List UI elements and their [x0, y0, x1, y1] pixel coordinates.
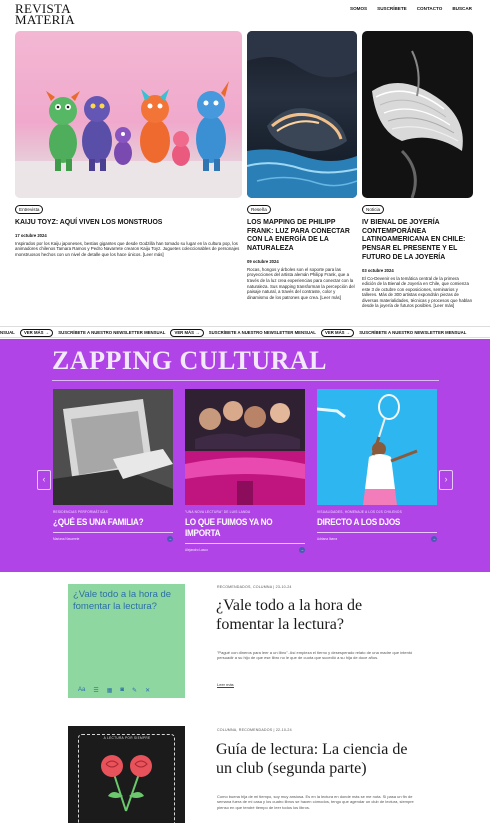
article-excerpt: El Co-Devenir es la temática central de … [362, 275, 473, 309]
table-icon: ▦ [106, 688, 113, 694]
nav-contacto[interactable]: CONTACTO [417, 6, 443, 11]
card-title[interactable]: DIRECTO A LOS DJOS [317, 517, 420, 528]
list-icon: ☰ [93, 688, 99, 694]
card-category: RESIDENCIAS PERFORMÁTICAS [53, 510, 108, 514]
camera-icon: ◙ [120, 687, 125, 693]
card-category: VISUALIDADES, HOMENAJE A LOS DJS CHILENO… [317, 510, 402, 514]
card-divider [317, 532, 437, 533]
card-byline: Mariana Navarrete → [53, 535, 173, 542]
article-card-mapping[interactable]: Reseña LOS MAPPING DE PHILIPP FRANK: LUZ… [247, 31, 357, 300]
article-title[interactable]: LOS MAPPING DE PHILIPP FRANK: LUZ PARA C… [247, 219, 357, 254]
recommendation-title[interactable]: ¿Vale todo a la hora de fomentar la lect… [216, 596, 421, 634]
zapping-card-image[interactable] [317, 389, 437, 505]
article-date: 09 octubre 2024 [247, 258, 279, 264]
nav-buscar[interactable]: BUSCAR [452, 6, 472, 11]
close-icon: ✕ [145, 688, 151, 694]
article-badge[interactable]: Noticia [362, 205, 385, 214]
card-author: Alejandro Lasco [185, 547, 208, 552]
article-excerpt: Inspirados por los Kaiju japoneses, best… [15, 240, 240, 257]
article-excerpt: Rocas, hongos y árboles son el soporte p… [247, 266, 355, 300]
article-title[interactable]: KAIJU TOYZ: AQUÍ VIVEN LOS MONSTRUOS [15, 219, 242, 228]
read-more-link[interactable]: Leer más [217, 682, 234, 688]
article-image-bienal[interactable] [362, 31, 473, 198]
roses-illustration [101, 755, 152, 812]
recommendation-excerpt: Como buena hija de mi tiempo, soy muy an… [217, 794, 414, 810]
zapping-cultural-section: ZAPPING CULTURAL ‹ › RESIDENCIAS PERFORM… [0, 339, 490, 572]
article-badge[interactable]: Entrevista [15, 205, 44, 214]
recommendation-image[interactable]: A LECTURA POR SIEMPRE [68, 726, 185, 823]
recommendation-image-text: ¿Vale todo a la hora de fomentar la lect… [73, 589, 172, 612]
ticker-text: SUSCRÍBETE A NUESTRO NEWSLETTER MENSUAL [58, 330, 166, 335]
zapping-card[interactable]: VISUALIDADES, HOMENAJE A LOS DJS CHILENO… [317, 389, 437, 542]
card-divider [185, 543, 305, 544]
ticker-text: SUSCRÍBETE A NUESTRO NEWSLETTER MENSUAL [359, 330, 467, 335]
section-divider [52, 380, 439, 381]
zapping-card[interactable]: RESIDENCIAS PERFORMÁTICAS ¿QUÉ ES UNA FA… [53, 389, 173, 542]
recommendation-meta: COLUMNA, RECOMENDADOS | 22-10-24 [217, 728, 292, 732]
recommendation-title[interactable]: Guía de lectura: La ciencia de un club (… [216, 740, 426, 778]
card-author: Mariana Navarrete [53, 536, 80, 541]
article-image-mapping[interactable] [247, 31, 357, 198]
font-icon: Aa [78, 687, 86, 693]
card-byline: Alejandro Lasco → [185, 546, 305, 553]
zapping-card[interactable]: "UNA NOVA LECTURA" DE LUIS LANDA LO QUE … [185, 389, 305, 553]
recommendation-excerpt: "Pagué con dineros para leer a un libro"… [217, 650, 413, 661]
chevron-left-icon: ‹ [42, 474, 46, 484]
article-card-kaiju[interactable]: Entrevista KAIJU TOYZ: AQUÍ VIVEN LOS MO… [15, 31, 242, 257]
logo-line-2: MATERIA [15, 12, 75, 27]
ticker-text: SUSCRÍBETE A NUESTRO NEWSLETTER MENSUAL [208, 330, 316, 335]
card-divider [53, 532, 173, 533]
arrow-right-icon[interactable]: → [431, 535, 437, 542]
article-image-kaiju[interactable] [15, 31, 242, 198]
article-card-bienal[interactable]: Noticia IV BIENAL DE JOYERÍA CONTEMPORÁN… [362, 31, 473, 309]
pen-icon: ✎ [132, 688, 138, 694]
recommendation-meta: RECOMENDADOS, COLUMNA | 23-10-24 [217, 585, 292, 589]
arrow-right-icon[interactable]: → [299, 546, 305, 553]
editor-toolbar: Aa ☰ ▦ ◙ ✎ ✕ [78, 687, 150, 694]
card-author: Adriana Ibarra [317, 536, 338, 541]
zapping-card-image[interactable] [53, 389, 173, 505]
ticker-button[interactable]: VER MÁS → [170, 329, 204, 337]
ticker-text: NSUAL [0, 330, 15, 335]
nav-suscribete[interactable]: SUSCRÍBETE [377, 6, 407, 11]
newsletter-ticker: NSUAL VER MÁS → SUSCRÍBETE A NUESTRO NEW… [0, 326, 490, 338]
ticker-button[interactable]: VER MÁS → [320, 329, 355, 337]
section-title: ZAPPING CULTURAL [52, 346, 328, 375]
site-logo[interactable]: REVISTA MATERIA [15, 2, 75, 27]
site-header: REVISTA MATERIA SOMOS SUSCRÍBETE CONTACT… [0, 0, 490, 28]
carousel-next-button[interactable]: › [439, 470, 453, 490]
article-date: 03 octubre 2024 [362, 267, 394, 273]
nav-somos[interactable]: SOMOS [350, 6, 367, 11]
article-date: 17 octubre 2024 [15, 232, 47, 238]
carousel-prev-button[interactable]: ‹ [37, 470, 51, 490]
card-title[interactable]: LO QUE FUIMOS YA NO IMPORTA [185, 517, 288, 539]
card-category: "UNA NOVA LECTURA" DE LUIS LANDA [185, 510, 251, 514]
main-nav: SOMOS SUSCRÍBETE CONTACTO BUSCAR [350, 6, 472, 11]
recommendation-image[interactable]: ¿Vale todo a la hora de fomentar la lect… [68, 584, 185, 698]
card-byline: Adriana Ibarra → [317, 535, 437, 542]
article-badge[interactable]: Reseña [247, 205, 271, 214]
arrow-right-icon[interactable]: → [167, 535, 173, 542]
zapping-card-image[interactable] [185, 389, 305, 505]
ticker-button[interactable]: VER MÁS → [19, 329, 54, 337]
card-title[interactable]: ¿QUÉ ES UNA FAMILIA? [53, 517, 156, 528]
chevron-right-icon: › [444, 474, 448, 484]
article-title[interactable]: IV BIENAL DE JOYERÍA CONTEMPORÁNEA LATIN… [362, 219, 473, 263]
